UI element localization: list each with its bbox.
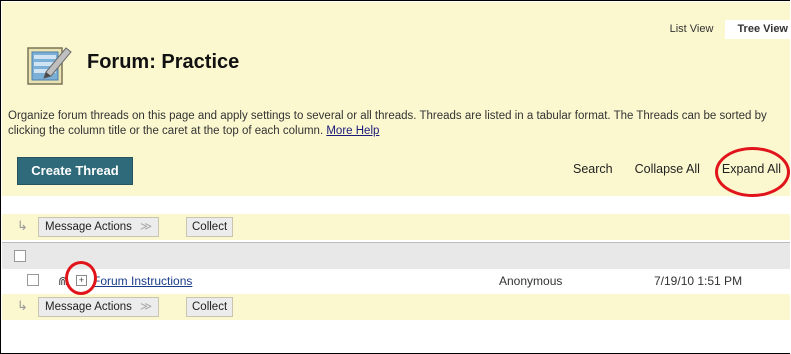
collect-button[interactable]: Collect	[186, 217, 234, 237]
chevron-down-icon: ≫	[139, 301, 152, 313]
tab-list-view[interactable]: List View	[658, 20, 726, 39]
message-actions-menu[interactable]: Message Actions ≫	[38, 297, 159, 317]
arrow-icon: ↳	[17, 298, 28, 313]
row-checkbox[interactable]	[27, 274, 39, 286]
expand-icon-highlight-circle	[65, 261, 97, 295]
top-action-bar: ↳ Message Actions ≫ Collect	[2, 214, 790, 240]
message-actions-menu[interactable]: Message Actions ≫	[38, 217, 159, 237]
spacer	[2, 196, 790, 214]
forum-header-area: List View Tree View Forum: Practice Orga…	[2, 2, 790, 196]
table-header	[2, 242, 790, 270]
expand-all-highlight-circle	[715, 147, 790, 197]
forum-icon	[27, 47, 72, 85]
more-help-link[interactable]: More Help	[326, 125, 379, 137]
message-actions-label: Message Actions	[45, 221, 132, 233]
collect-button[interactable]: Collect	[186, 297, 234, 317]
description-text: Organize forum threads on this page and …	[8, 110, 767, 137]
chevron-down-icon: ≫	[139, 221, 152, 233]
thread-title-link[interactable]: Forum Instructions	[93, 274, 192, 288]
page-title: Forum: Practice	[87, 51, 240, 73]
create-thread-button[interactable]: Create Thread	[17, 157, 133, 185]
bottom-action-bar: ↳ Message Actions ≫ Collect	[2, 294, 790, 320]
collapse-all-button[interactable]: Collapse All	[624, 162, 711, 176]
thread-author: Anonymous	[499, 274, 563, 288]
arrow-icon: ↳	[17, 218, 28, 233]
message-actions-label: Message Actions	[45, 301, 132, 313]
table-row: ⋒ + Forum Instructions Anonymous 7/19/10…	[2, 269, 790, 293]
select-all-checkbox[interactable]	[14, 250, 26, 262]
tab-tree-view[interactable]: Tree View	[725, 20, 790, 39]
forum-page: List View Tree View Forum: Practice Orga…	[0, 0, 790, 354]
forum-description: Organize forum threads on this page and …	[8, 109, 778, 139]
thread-date: 7/19/10 1:51 PM	[654, 274, 743, 288]
search-button[interactable]: Search	[562, 162, 624, 176]
view-tabs: List View Tree View	[658, 20, 790, 39]
